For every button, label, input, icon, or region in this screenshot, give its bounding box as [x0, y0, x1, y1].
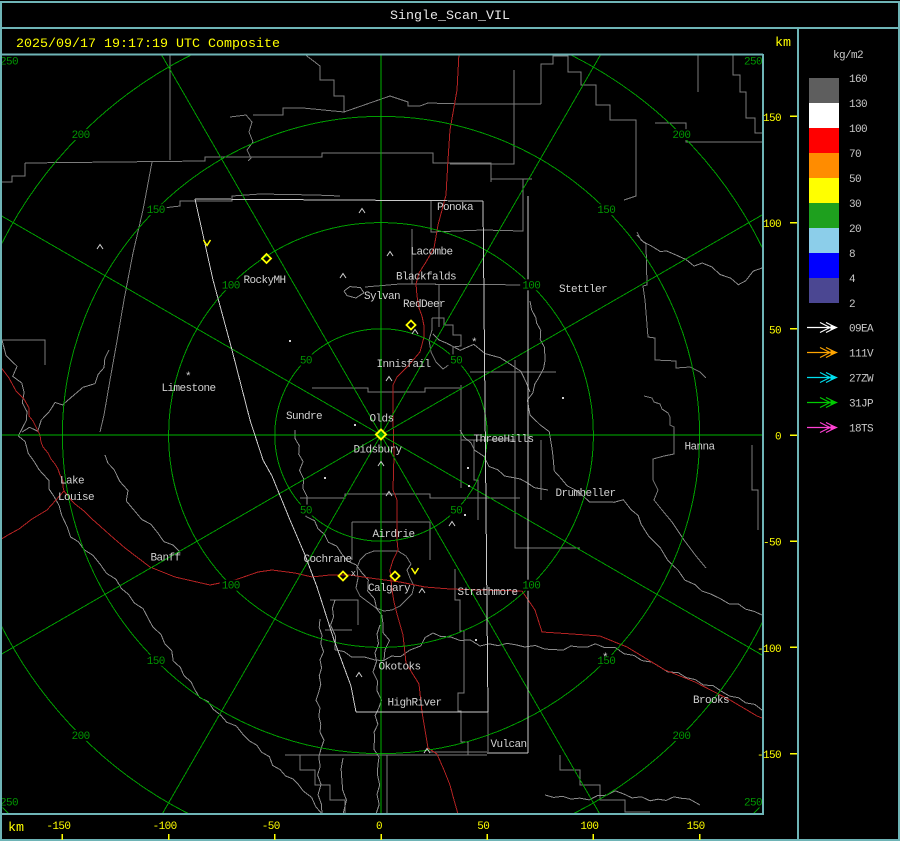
- svg-text:18TS: 18TS: [849, 424, 874, 436]
- svg-text:Olds: Olds: [369, 414, 393, 426]
- svg-text:Okotoks: Okotoks: [378, 662, 420, 674]
- svg-text:*: *: [602, 653, 608, 665]
- svg-text:-50: -50: [262, 821, 280, 833]
- svg-text:31JP: 31JP: [849, 399, 874, 411]
- svg-text:0: 0: [376, 821, 382, 833]
- svg-text:x: x: [351, 569, 356, 579]
- svg-text:50: 50: [450, 355, 462, 367]
- svg-text:8: 8: [849, 249, 855, 261]
- svg-text:RedDeer: RedDeer: [403, 299, 445, 311]
- svg-text:50: 50: [477, 821, 489, 833]
- svg-text:250: 250: [744, 57, 762, 69]
- svg-text:2: 2: [849, 299, 855, 311]
- svg-text:150: 150: [147, 656, 165, 668]
- svg-text:30: 30: [849, 199, 861, 211]
- svg-text:150: 150: [597, 205, 615, 217]
- svg-text:100: 100: [522, 581, 540, 593]
- svg-text:Banff: Banff: [150, 553, 180, 565]
- svg-text:50: 50: [300, 355, 312, 367]
- svg-text:50: 50: [300, 506, 312, 518]
- svg-text:RockyMH: RockyMH: [243, 275, 285, 287]
- svg-text:Blackfalds: Blackfalds: [396, 272, 456, 284]
- svg-text:Single_Scan_VIL: Single_Scan_VIL: [390, 9, 510, 24]
- svg-text:27ZW: 27ZW: [849, 374, 874, 386]
- svg-text:Lake: Lake: [60, 476, 84, 488]
- svg-text:50: 50: [769, 325, 781, 337]
- svg-text:Didsbury: Didsbury: [353, 445, 402, 457]
- svg-text:Calgary: Calgary: [368, 583, 411, 595]
- svg-text:HighRiver: HighRiver: [387, 698, 441, 710]
- svg-text:Lacombe: Lacombe: [410, 247, 452, 259]
- svg-text:-150: -150: [757, 750, 781, 762]
- svg-text:0: 0: [775, 432, 781, 444]
- svg-text:100: 100: [522, 280, 540, 292]
- svg-text:-150: -150: [46, 821, 70, 833]
- svg-text:200: 200: [72, 130, 90, 142]
- svg-text:Louise: Louise: [58, 492, 94, 504]
- svg-text:Sylvan: Sylvan: [364, 291, 400, 303]
- svg-text:*: *: [471, 338, 477, 350]
- svg-text:Brooks: Brooks: [693, 695, 729, 707]
- svg-text:km: km: [8, 821, 24, 836]
- svg-text:250: 250: [744, 798, 762, 810]
- svg-text:Vulcan: Vulcan: [490, 739, 526, 751]
- svg-text:Strathmore: Strathmore: [457, 587, 517, 599]
- svg-text:Innisfail: Innisfail: [376, 359, 430, 371]
- svg-text:-100: -100: [153, 821, 177, 833]
- svg-text:Limestone: Limestone: [161, 383, 215, 395]
- svg-text:70: 70: [849, 149, 861, 161]
- svg-text:160: 160: [849, 74, 867, 86]
- svg-text:-50: -50: [763, 538, 781, 550]
- svg-text:Drumheller: Drumheller: [555, 488, 615, 500]
- svg-text:100: 100: [849, 124, 867, 136]
- svg-text:2025/09/17 19:17:19 UTC Compos: 2025/09/17 19:17:19 UTC Composite: [16, 37, 280, 52]
- svg-text:250: 250: [0, 798, 18, 810]
- svg-text:ThreeHills: ThreeHills: [473, 434, 533, 446]
- svg-text:200: 200: [672, 130, 690, 142]
- svg-text:Stettler: Stettler: [559, 284, 607, 296]
- svg-text:250: 250: [0, 57, 18, 69]
- svg-text:-100: -100: [757, 644, 781, 656]
- svg-text:130: 130: [849, 99, 867, 111]
- svg-text:*: *: [185, 372, 191, 384]
- svg-text:50: 50: [450, 506, 462, 518]
- svg-text:200: 200: [672, 731, 690, 743]
- svg-text:Hanna: Hanna: [684, 442, 715, 454]
- svg-text:100: 100: [222, 280, 240, 292]
- svg-text:20: 20: [849, 224, 861, 236]
- svg-text:Sundre: Sundre: [286, 411, 322, 423]
- svg-text:Airdrie: Airdrie: [372, 529, 414, 541]
- svg-text:150: 150: [763, 113, 781, 125]
- svg-text:50: 50: [849, 174, 861, 186]
- svg-text:100: 100: [763, 219, 781, 231]
- svg-text:150: 150: [147, 205, 165, 217]
- svg-text:150: 150: [687, 821, 705, 833]
- svg-text:Ponoka: Ponoka: [437, 202, 474, 214]
- svg-text:100: 100: [222, 581, 240, 593]
- svg-text:kg/m2: kg/m2: [833, 50, 863, 62]
- svg-text:200: 200: [72, 731, 90, 743]
- svg-text:100: 100: [580, 821, 598, 833]
- svg-text:Cochrane: Cochrane: [303, 554, 351, 566]
- svg-text:111V: 111V: [849, 349, 874, 361]
- svg-text:09EA: 09EA: [849, 324, 874, 336]
- svg-text:km: km: [775, 36, 791, 51]
- svg-text:4: 4: [849, 274, 856, 286]
